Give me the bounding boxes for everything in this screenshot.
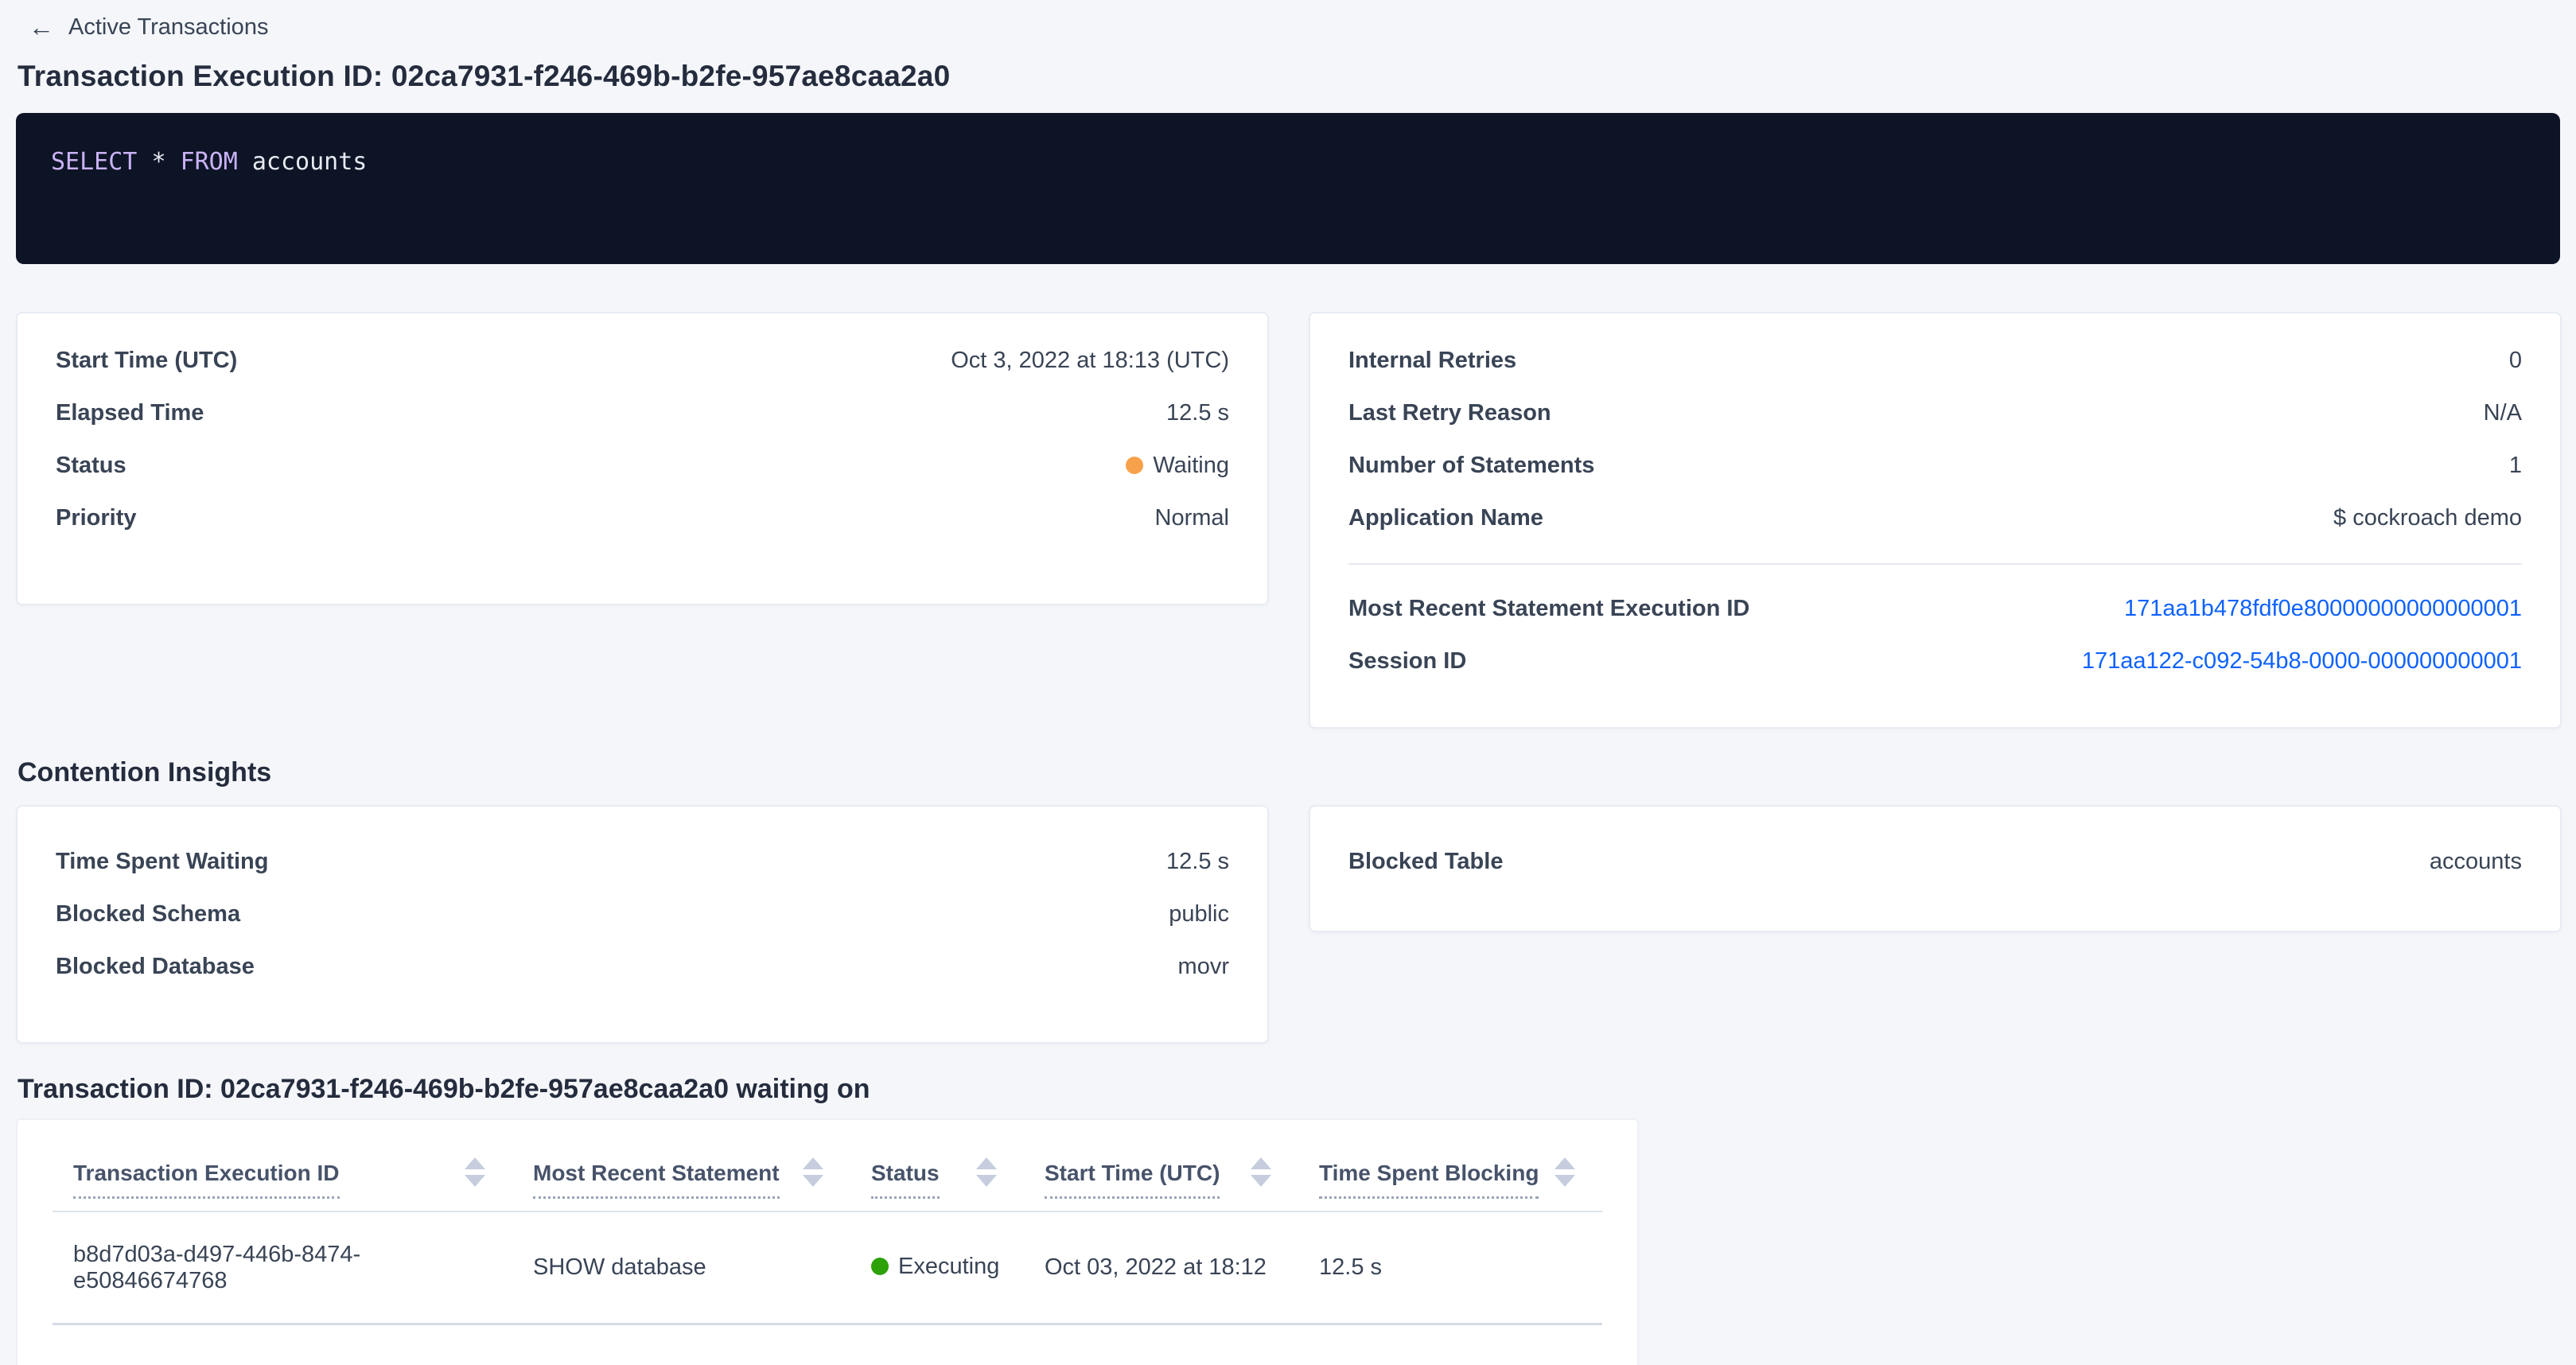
application-name-label: Application Name	[1348, 505, 1543, 531]
column-header-label: Time Spent Blocking	[1319, 1159, 1539, 1199]
row-last-retry-reason: Last Retry Reason N/A	[1348, 387, 2522, 439]
column-header-label: Status	[871, 1159, 940, 1199]
number-of-statements-label: Number of Statements	[1348, 453, 1594, 479]
time-spent-waiting-value: 12.5 s	[1166, 849, 1229, 875]
elapsed-time-value: 12.5 s	[1166, 400, 1229, 426]
elapsed-time-label: Elapsed Time	[56, 400, 204, 426]
cell-most-recent-statement: SHOW database	[512, 1254, 850, 1281]
column-header-label: Transaction Execution ID	[73, 1159, 340, 1199]
priority-value: Normal	[1155, 505, 1229, 531]
sql-table-name: accounts	[252, 148, 368, 176]
waiting-on-heading: Transaction ID: 02ca7931-f246-469b-b2fe-…	[18, 1072, 2576, 1106]
row-blocked-table: Blocked Table accounts	[1348, 835, 2522, 888]
column-header-start-time[interactable]: Start Time (UTC)	[1024, 1120, 1298, 1211]
row-blocked-schema: Blocked Schema public	[56, 888, 1229, 940]
status-waiting-dot-icon	[1126, 457, 1143, 474]
blocked-schema-label: Blocked Schema	[56, 901, 240, 928]
transaction-details-page: ← Active Transactions Transaction Execut…	[0, 0, 2576, 1365]
contention-cards: Time Spent Waiting 12.5 s Blocked Schema…	[16, 805, 2562, 1044]
overview-card-left: Start Time (UTC) Oct 3, 2022 at 18:13 (U…	[16, 312, 1269, 605]
cell-status-text: Executing	[898, 1254, 999, 1280]
cell-transaction-execution-id: b8d7d03a-d497-446b-8474-e50846674768	[53, 1242, 512, 1294]
status-executing-dot-icon	[871, 1258, 889, 1275]
column-header-most-recent-statement[interactable]: Most Recent Statement	[512, 1120, 850, 1211]
contention-insights-heading: Contention Insights	[18, 756, 2576, 789]
cell-time-spent-blocking: 12.5 s	[1298, 1254, 1602, 1281]
start-time-label: Start Time (UTC)	[56, 348, 237, 374]
statement-execution-id-link[interactable]: 171aa1b478fdf0e80000000000000001	[2124, 596, 2522, 622]
session-id-label: Session ID	[1348, 648, 1466, 675]
row-session-id: Session ID 171aa122-c092-54b8-0000-00000…	[1348, 635, 2522, 687]
row-elapsed-time: Elapsed Time 12.5 s	[56, 387, 1229, 439]
overview-cards: Start Time (UTC) Oct 3, 2022 at 18:13 (U…	[16, 312, 2562, 729]
cell-status: Executing	[850, 1254, 1024, 1282]
sort-icon	[976, 1157, 997, 1187]
table-row: b8d7d03a-d497-446b-8474-e50846674768 SHO…	[53, 1212, 1602, 1325]
row-statement-execution-id: Most Recent Statement Execution ID 171aa…	[1348, 582, 2522, 635]
cell-start-time: Oct 03, 2022 at 18:12	[1024, 1254, 1298, 1281]
card-divider	[1348, 563, 2522, 565]
column-header-transaction-execution-id[interactable]: Transaction Execution ID	[53, 1120, 512, 1211]
internal-retries-value: 0	[2509, 348, 2522, 374]
row-application-name: Application Name $ cockroach demo	[1348, 492, 2522, 544]
column-header-time-spent-blocking[interactable]: Time Spent Blocking	[1298, 1120, 1602, 1211]
start-time-value: Oct 3, 2022 at 18:13 (UTC)	[951, 348, 1229, 374]
overview-card-right: Internal Retries 0 Last Retry Reason N/A…	[1309, 312, 2562, 729]
sort-icon	[803, 1157, 823, 1187]
status-label: Status	[56, 453, 126, 479]
row-blocked-database: Blocked Database movr	[56, 940, 1229, 993]
number-of-statements-value: 1	[2509, 453, 2522, 479]
blocked-table-value: accounts	[2430, 849, 2522, 875]
back-to-active-transactions-link[interactable]: ← Active Transactions	[29, 11, 268, 43]
sql-star: *	[151, 148, 165, 176]
sort-icon	[1251, 1157, 1271, 1187]
table-header-row: Transaction Execution ID Most Recent Sta…	[53, 1120, 1602, 1212]
row-priority: Priority Normal	[56, 492, 1229, 544]
row-time-spent-waiting: Time Spent Waiting 12.5 s	[56, 835, 1229, 888]
sql-keyword-from: FROM	[181, 148, 238, 176]
row-start-time: Start Time (UTC) Oct 3, 2022 at 18:13 (U…	[56, 334, 1229, 387]
sql-keyword-select: SELECT	[51, 148, 137, 176]
statement-execution-id-label: Most Recent Statement Execution ID	[1348, 596, 1749, 622]
application-name-value: $ cockroach demo	[2333, 505, 2522, 531]
column-header-label: Most Recent Statement	[533, 1159, 780, 1199]
status-value: Waiting	[1153, 453, 1229, 479]
blocked-database-value: movr	[1178, 954, 1229, 980]
sql-statement-box: SELECT * FROM accounts	[16, 113, 2560, 264]
blocked-schema-value: public	[1169, 901, 1229, 928]
column-header-label: Start Time (UTC)	[1045, 1159, 1220, 1199]
page-title: Transaction Execution ID: 02ca7931-f246-…	[18, 59, 2576, 94]
last-retry-reason-value: N/A	[2484, 400, 2522, 426]
waiting-on-table: Transaction Execution ID Most Recent Sta…	[16, 1118, 1639, 1365]
time-spent-waiting-label: Time Spent Waiting	[56, 849, 268, 875]
session-id-link[interactable]: 171aa122-c092-54b8-0000-000000000001	[2082, 648, 2522, 675]
back-arrow-icon: ←	[29, 11, 54, 43]
row-number-of-statements: Number of Statements 1	[1348, 439, 2522, 492]
breadcrumb-label: Active Transactions	[68, 11, 268, 43]
last-retry-reason-label: Last Retry Reason	[1348, 400, 1551, 426]
internal-retries-label: Internal Retries	[1348, 348, 1516, 374]
contention-card-right: Blocked Table accounts	[1309, 805, 2562, 932]
column-header-status[interactable]: Status	[850, 1120, 1024, 1211]
sort-icon	[465, 1157, 485, 1187]
sort-icon	[1555, 1157, 1575, 1187]
blocked-database-label: Blocked Database	[56, 954, 255, 980]
row-status: Status Waiting	[56, 439, 1229, 492]
contention-card-left: Time Spent Waiting 12.5 s Blocked Schema…	[16, 805, 1269, 1044]
row-internal-retries: Internal Retries 0	[1348, 334, 2522, 387]
blocked-table-label: Blocked Table	[1348, 849, 1503, 875]
priority-label: Priority	[56, 505, 137, 531]
